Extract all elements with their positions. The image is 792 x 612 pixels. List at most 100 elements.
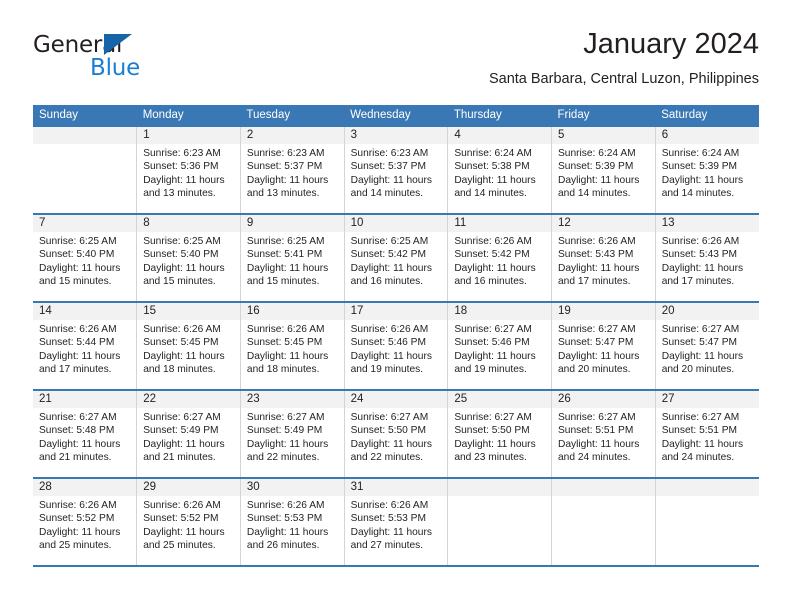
sunrise-text: Sunrise: 6:26 AM [350, 500, 429, 511]
day-number: 31 [344, 479, 448, 496]
sunrise-text: Sunrise: 6:27 AM [454, 324, 532, 335]
day-cell[interactable]: 15 Sunrise: 6:26 AM Sunset: 5:45 PM Dayligh… [136, 301, 241, 390]
daylight-text-line1: Daylight: 11 hours [39, 438, 121, 450]
sunset-text: Sunset: 5:38 PM [454, 161, 530, 173]
day-info: Sunrise: 6:26 AM Sunset: 5:45 PM Daylight:… [241, 320, 344, 376]
daylight-text-line2: and 17 minutes. [558, 275, 631, 287]
day-cell[interactable]: 24 Sunrise: 6:27 AM Sunset: 5:50 PM Dayligh… [344, 389, 449, 478]
daylight-text-line2: and 19 minutes. [454, 363, 527, 375]
day-cell[interactable]: 10 Sunrise: 6:25 AM Sunset: 5:42 PM Dayligh… [344, 213, 449, 302]
dow-header-sunday: Sunday [33, 105, 137, 126]
day-cell[interactable]: 13 Sunrise: 6:26 AM Sunset: 5:43 PM Dayligh… [655, 213, 759, 302]
day-cell[interactable]: 7 Sunrise: 6:25 AM Sunset: 5:40 PM Daylight… [33, 213, 138, 302]
sunrise-text: Sunrise: 6:27 AM [558, 412, 636, 423]
day-cell[interactable] [551, 477, 656, 567]
sunrise-text: Sunrise: 6:26 AM [246, 324, 325, 335]
day-info: Sunrise: 6:23 AM Sunset: 5:36 PM Daylight:… [137, 144, 240, 200]
daylight-text-line1: Daylight: 11 hours [350, 350, 432, 362]
daylight-text-line2: and 17 minutes. [39, 363, 112, 375]
day-cell[interactable]: 4 Sunrise: 6:24 AM Sunset: 5:38 PM Daylight… [447, 125, 553, 214]
sunset-text: Sunset: 5:50 PM [454, 425, 530, 437]
sunset-text: Sunset: 5:36 PM [143, 161, 219, 173]
general-blue-logo[interactable]: General Blue [33, 32, 243, 90]
day-cell[interactable]: 22 Sunrise: 6:27 AM Sunset: 5:49 PM Dayligh… [136, 389, 241, 478]
day-info: Sunrise: 6:25 AM Sunset: 5:42 PM Daylight:… [345, 232, 448, 288]
day-number: 19 [552, 303, 655, 320]
day-cell[interactable]: 3 Sunrise: 6:23 AM Sunset: 5:37 PM Daylight… [344, 125, 449, 214]
sunrise-text: Sunrise: 6:27 AM [454, 412, 532, 423]
day-cell[interactable]: 25 Sunrise: 6:27 AM Sunset: 5:50 PM Dayligh… [447, 389, 553, 478]
day-number: 25 [448, 391, 552, 408]
sunset-text: Sunset: 5:53 PM [350, 513, 426, 525]
sunrise-text: Sunrise: 6:27 AM [246, 412, 325, 423]
daylight-text-line1: Daylight: 11 hours [246, 438, 329, 450]
day-cell[interactable]: 14 Sunrise: 6:26 AM Sunset: 5:44 PM Dayligh… [33, 301, 138, 390]
day-cell[interactable]: 11 Sunrise: 6:26 AM Sunset: 5:42 PM Dayligh… [447, 213, 553, 302]
day-cell[interactable]: 5 Sunrise: 6:24 AM Sunset: 5:39 PM Daylight… [551, 125, 656, 214]
day-cell[interactable]: 20 Sunrise: 6:27 AM Sunset: 5:47 PM Dayligh… [655, 301, 759, 390]
sunrise-text: Sunrise: 6:23 AM [350, 148, 429, 159]
day-number: 12 [552, 215, 655, 232]
sunset-text: Sunset: 5:51 PM [661, 425, 738, 437]
daylight-text-line2: and 17 minutes. [661, 275, 735, 287]
daylight-text-line1: Daylight: 11 hours [143, 350, 225, 362]
day-cell[interactable]: 18 Sunrise: 6:27 AM Sunset: 5:46 PM Dayligh… [447, 301, 553, 390]
day-info: Sunrise: 6:27 AM Sunset: 5:51 PM Daylight:… [656, 408, 759, 464]
day-cell[interactable]: 16 Sunrise: 6:26 AM Sunset: 5:45 PM Dayligh… [240, 301, 345, 390]
day-info: Sunrise: 6:27 AM Sunset: 5:47 PM Daylight:… [656, 320, 759, 376]
sunrise-text: Sunrise: 6:27 AM [661, 324, 740, 335]
week-row: 14 Sunrise: 6:26 AM Sunset: 5:44 PM Dayligh… [33, 301, 759, 390]
day-cell[interactable]: 19 Sunrise: 6:27 AM Sunset: 5:47 PM Dayligh… [551, 301, 656, 390]
daylight-text-line1: Daylight: 11 hours [661, 262, 744, 274]
dow-header-friday: Friday [551, 105, 656, 126]
daylight-text-line2: and 16 minutes. [454, 275, 527, 287]
daylight-text-line2: and 14 minutes. [558, 187, 631, 199]
daylight-text-line1: Daylight: 11 hours [661, 438, 744, 450]
day-cell[interactable]: 27 Sunrise: 6:27 AM Sunset: 5:51 PM Dayligh… [655, 389, 759, 478]
daylight-text-line1: Daylight: 11 hours [143, 526, 225, 538]
day-cell[interactable]: 21 Sunrise: 6:27 AM Sunset: 5:48 PM Dayligh… [33, 389, 138, 478]
day-number [33, 127, 137, 144]
day-cell[interactable]: 12 Sunrise: 6:26 AM Sunset: 5:43 PM Dayligh… [551, 213, 656, 302]
day-cell[interactable]: 2 Sunrise: 6:23 AM Sunset: 5:37 PM Daylight… [240, 125, 345, 214]
day-cell[interactable]: 8 Sunrise: 6:25 AM Sunset: 5:40 PM Daylight… [136, 213, 241, 302]
sunset-text: Sunset: 5:53 PM [246, 513, 323, 525]
sunset-text: Sunset: 5:51 PM [558, 425, 634, 437]
daylight-text-line2: and 24 minutes. [661, 451, 735, 463]
day-cell[interactable]: 26 Sunrise: 6:27 AM Sunset: 5:51 PM Dayligh… [551, 389, 656, 478]
day-number: 2 [240, 127, 344, 144]
day-cell[interactable]: 29 Sunrise: 6:26 AM Sunset: 5:52 PM Dayligh… [136, 477, 241, 567]
day-number: 8 [137, 215, 240, 232]
day-cell[interactable]: 28 Sunrise: 6:26 AM Sunset: 5:52 PM Dayligh… [33, 477, 138, 567]
day-cell[interactable] [655, 477, 759, 567]
day-info: Sunrise: 6:25 AM Sunset: 5:40 PM Daylight:… [137, 232, 240, 288]
sunset-text: Sunset: 5:41 PM [246, 249, 323, 261]
calendar-grid: Sunday Monday Tuesday Wednesday Thursday… [33, 105, 759, 567]
day-info: Sunrise: 6:27 AM Sunset: 5:51 PM Daylight:… [552, 408, 655, 464]
daylight-text-line2: and 18 minutes. [246, 363, 320, 375]
daylight-text-line2: and 15 minutes. [143, 275, 216, 287]
day-cell[interactable]: 1 Sunrise: 6:23 AM Sunset: 5:36 PM Daylight… [136, 125, 241, 214]
daylight-text-line2: and 21 minutes. [143, 451, 216, 463]
title-block: January 2024 Santa Barbara, Central Luzo… [489, 26, 759, 90]
day-cell[interactable]: 23 Sunrise: 6:27 AM Sunset: 5:49 PM Dayligh… [240, 389, 345, 478]
daylight-text-line1: Daylight: 11 hours [454, 350, 536, 362]
day-cell[interactable]: 17 Sunrise: 6:26 AM Sunset: 5:46 PM Dayligh… [344, 301, 449, 390]
day-cell[interactable]: 9 Sunrise: 6:25 AM Sunset: 5:41 PM Daylight… [240, 213, 345, 302]
day-cell[interactable] [33, 125, 138, 214]
daylight-text-line2: and 27 minutes. [350, 539, 424, 551]
day-number: 10 [344, 215, 448, 232]
day-info: Sunrise: 6:26 AM Sunset: 5:43 PM Daylight:… [656, 232, 759, 288]
sunset-text: Sunset: 5:46 PM [454, 337, 530, 349]
daylight-text-line1: Daylight: 11 hours [350, 262, 432, 274]
day-cell[interactable]: 30 Sunrise: 6:26 AM Sunset: 5:53 PM Dayligh… [240, 477, 345, 567]
day-number: 17 [344, 303, 448, 320]
day-cell[interactable]: 6 Sunrise: 6:24 AM Sunset: 5:39 PM Daylight… [655, 125, 759, 214]
day-number: 15 [137, 303, 240, 320]
day-number: 13 [655, 215, 759, 232]
daylight-text-line1: Daylight: 11 hours [246, 174, 329, 186]
day-cell[interactable] [447, 477, 553, 567]
sunrise-text: Sunrise: 6:26 AM [246, 500, 325, 511]
dow-header-saturday: Saturday [655, 105, 759, 126]
day-cell[interactable]: 31 Sunrise: 6:26 AM Sunset: 5:53 PM Dayligh… [344, 477, 449, 567]
